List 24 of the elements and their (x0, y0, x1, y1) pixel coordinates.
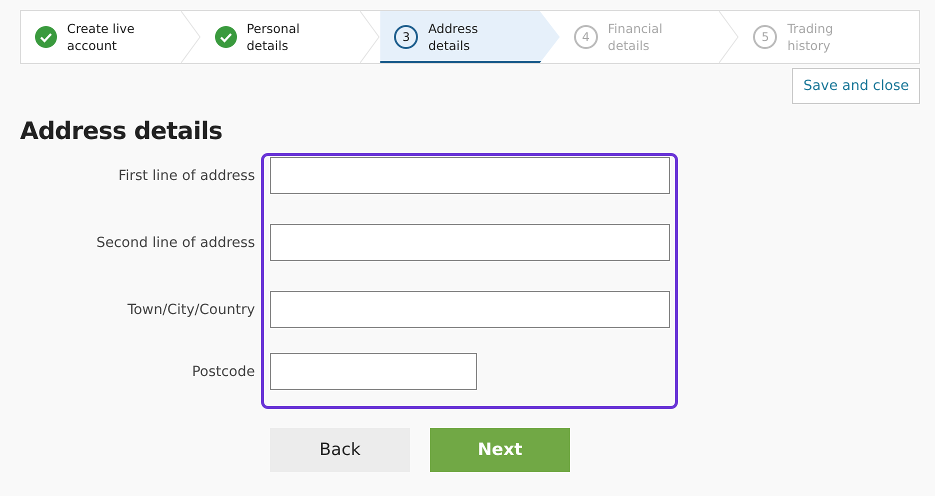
field-label: Town/City/Country (126, 302, 255, 318)
check-icon (214, 26, 237, 48)
step-label: Address details (428, 20, 478, 54)
back-button[interactable]: Back (270, 428, 410, 472)
field-label: Postcode (190, 364, 255, 380)
step-tab[interactable]: Personal details (200, 11, 380, 63)
input-field[interactable] (270, 157, 670, 194)
step-number: 3 (394, 25, 418, 49)
step-label: Trading history (787, 20, 834, 54)
step-number: 5 (753, 25, 778, 49)
save-and-close-button[interactable]: Save and close (792, 68, 920, 104)
field-label: Second line of address (95, 234, 255, 250)
input-field[interactable] (270, 353, 477, 390)
step-label: Create live account (67, 20, 135, 54)
input-field[interactable] (270, 291, 670, 328)
step-label: Personal details (246, 20, 300, 54)
step-label: Financial details (608, 20, 663, 54)
check-icon (35, 26, 57, 48)
field-label: First line of address (117, 168, 255, 184)
page-heading: Address details (20, 117, 224, 145)
step-tab[interactable]: 3 Address details (380, 11, 560, 63)
step-number: 4 (574, 25, 598, 49)
input-field[interactable] (270, 224, 670, 261)
step-tab[interactable]: Create live account (21, 11, 201, 63)
